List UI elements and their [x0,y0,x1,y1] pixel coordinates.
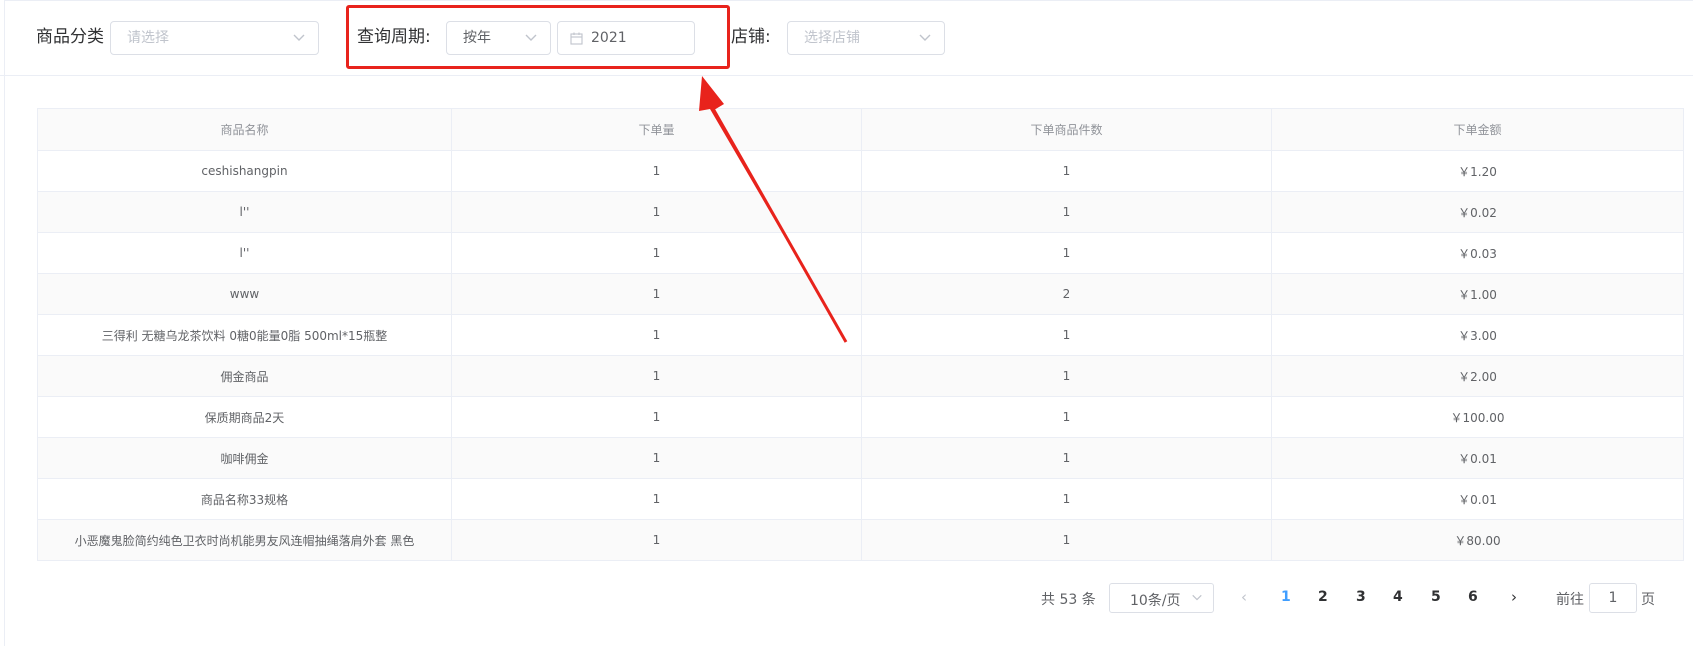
next-page-button[interactable]: › [1511,588,1517,606]
order-amount-cell: ￥0.01 [1271,478,1684,520]
table-row: 保质期商品2天 1 1 ￥100.00 [37,396,1684,438]
order-count-cell: 1 [451,232,862,274]
order-amount-cell: ￥100.00 [1271,396,1684,438]
item-count-cell: 1 [861,355,1272,397]
product-name-cell: l'' [37,191,452,233]
category-placeholder: 请选择 [127,30,169,46]
table-row: 三得利 无糖乌龙茶饮料 0糖0能量0脂 500ml*15瓶整 1 1 ￥3.00 [37,314,1684,356]
order-amount-cell: ￥2.00 [1271,355,1684,397]
table-row: 咖啡佣金 1 1 ￥0.01 [37,437,1684,479]
order-amount-cell: ￥1.20 [1271,150,1684,192]
page-1[interactable]: 1 [1281,589,1291,605]
order-count-cell: 1 [451,355,862,397]
product-name-cell: 小恶魔鬼脸简约纯色卫衣时尚机能男友风连帽抽绳落肩外套 黑色 [37,519,452,561]
pagination: 共 53 条 10条/页 ‹ 1 2 3 4 5 6 › 前往 1 页 [0,583,1693,613]
order-amount-cell: ￥3.00 [1271,314,1684,356]
page-6[interactable]: 6 [1468,589,1478,605]
item-count-cell: 1 [861,191,1272,233]
chevron-down-icon [293,34,305,41]
table-header-row: 商品名称 下单量 下单商品件数 下单金额 [37,108,1684,151]
product-name-cell: l'' [37,232,452,274]
prev-page-button[interactable]: ‹ [1241,588,1247,606]
order-count-cell: 1 [451,191,862,233]
order-count-cell: 1 [451,437,862,479]
order-count-cell: 1 [451,519,862,561]
store-label: 店铺: [731,27,771,47]
column-header: 商品名称 [37,108,452,151]
page-3[interactable]: 3 [1356,589,1366,605]
filter-bar: 商品分类 请选择 查询周期: 按年 2021 店铺: 选择店铺 [0,0,1693,76]
product-name-cell: 三得利 无糖乌龙茶饮料 0糖0能量0脂 500ml*15瓶整 [37,314,452,356]
item-count-cell: 1 [861,232,1272,274]
item-count-cell: 1 [861,314,1272,356]
column-header: 下单金额 [1271,108,1684,151]
table-row: 商品名称33规格 1 1 ￥0.01 [37,478,1684,520]
store-placeholder: 选择店铺 [804,30,860,46]
goto-label: 前往 [1556,592,1584,608]
item-count-cell: 1 [861,396,1272,438]
chevron-down-icon [919,34,931,41]
item-count-cell: 1 [861,150,1272,192]
table-row: www 1 2 ￥1.00 [37,273,1684,315]
column-header: 下单量 [451,108,862,151]
page-size-select[interactable]: 10条/页 [1109,583,1214,613]
order-amount-cell: ￥0.02 [1271,191,1684,233]
chevron-down-icon [1192,594,1202,601]
order-count-cell: 1 [451,150,862,192]
order-amount-cell: ￥1.00 [1271,273,1684,315]
goto-suffix: 页 [1641,592,1655,608]
order-amount-cell: ￥0.01 [1271,437,1684,479]
product-name-cell: www [37,273,452,315]
page-4[interactable]: 4 [1393,589,1403,605]
order-count-cell: 1 [451,478,862,520]
table-row: 小恶魔鬼脸简约纯色卫衣时尚机能男友风连帽抽绳落肩外套 黑色 1 1 ￥80.00 [37,519,1684,561]
category-label: 商品分类 [36,27,104,47]
category-select[interactable]: 请选择 [110,21,319,55]
item-count-cell: 1 [861,478,1272,520]
product-name-cell: 保质期商品2天 [37,396,452,438]
order-amount-cell: ￥0.03 [1271,232,1684,274]
order-count-cell: 1 [451,314,862,356]
table-row: ceshishangpin 1 1 ￥1.20 [37,150,1684,192]
page-5[interactable]: 5 [1431,589,1441,605]
table-row: 佣金商品 1 1 ￥2.00 [37,355,1684,397]
order-count-cell: 1 [451,273,862,315]
item-count-cell: 2 [861,273,1272,315]
product-name-cell: 咖啡佣金 [37,437,452,479]
table-row: l'' 1 1 ￥0.02 [37,191,1684,233]
page-size-value: 10条/页 [1130,593,1181,609]
product-name-cell: 商品名称33规格 [37,478,452,520]
order-stats-table: 商品名称 下单量 下单商品件数 下单金额 ceshishangpin 1 1 ￥… [37,108,1684,561]
item-count-cell: 1 [861,519,1272,561]
column-header: 下单商品件数 [861,108,1272,151]
item-count-cell: 1 [861,437,1272,479]
store-select[interactable]: 选择店铺 [787,21,945,55]
total-count: 共 53 条 [1041,592,1096,608]
table-row: l'' 1 1 ￥0.03 [37,232,1684,274]
annotation-highlight-box [346,5,730,69]
goto-page-input[interactable]: 1 [1589,583,1637,613]
order-count-cell: 1 [451,396,862,438]
product-name-cell: 佣金商品 [37,355,452,397]
page-2[interactable]: 2 [1318,589,1328,605]
product-name-cell: ceshishangpin [37,150,452,192]
order-amount-cell: ￥80.00 [1271,519,1684,561]
